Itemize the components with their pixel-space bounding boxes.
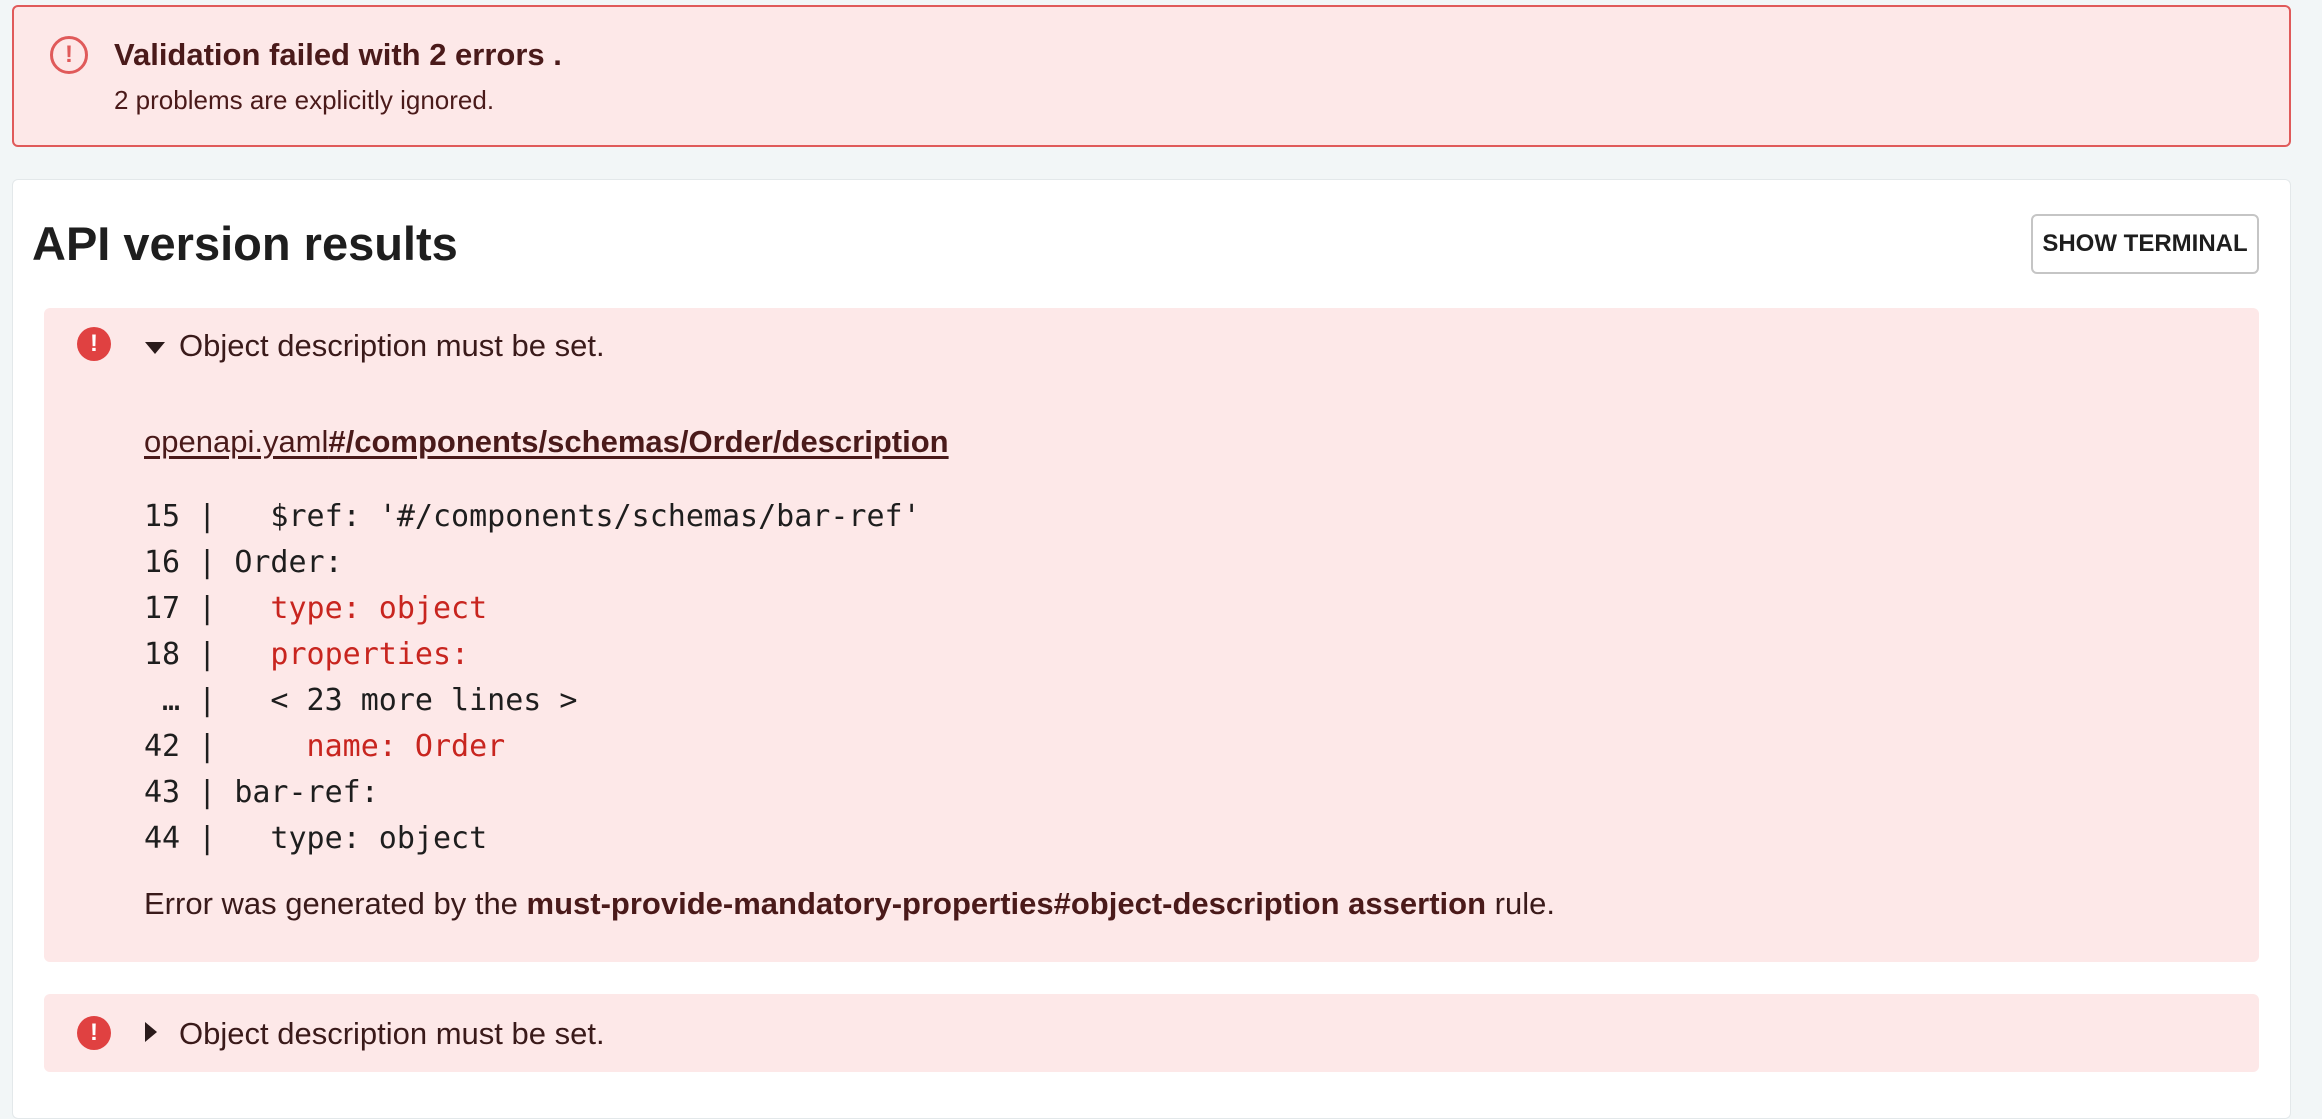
code-line: 16 | Order: (144, 545, 343, 580)
code-line: 42 | name: Order (144, 729, 506, 764)
code-line: 43 | bar-ref: (144, 775, 379, 810)
problem-item: ! Object description must be set. (44, 994, 2259, 1072)
location-path: #/components/schemas/Order/description (328, 424, 949, 459)
caret-down-icon[interactable] (145, 342, 165, 354)
banner-title: Validation failed with 2 errors . (114, 37, 562, 72)
show-terminal-button[interactable]: SHOW TERMINAL (2031, 214, 2259, 274)
problem-location-link[interactable]: openapi.yaml#/components/schemas/Order/d… (144, 424, 949, 460)
page-title: API version results (32, 217, 458, 270)
code-line: … | < 23 more lines > (144, 683, 578, 718)
code-line: 17 | type: object (144, 591, 488, 626)
problem-title[interactable]: Object description must be set. (179, 1016, 605, 1052)
code-line: 15 | $ref: '#/components/schemas/bar-ref… (144, 499, 921, 534)
rule-name: must-provide-mandatory-properties#object… (526, 886, 1487, 921)
validation-banner: ! Validation failed with 2 errors . 2 pr… (12, 5, 2291, 147)
rule-description: Error was generated by the must-provide-… (144, 886, 1555, 921)
caret-right-icon[interactable] (145, 1022, 157, 1042)
problem-item: ! Object description must be set. openap… (44, 308, 2259, 962)
location-file: openapi.yaml (144, 424, 329, 459)
code-line: 44 | type: object (144, 821, 488, 856)
code-snippet: 15 | $ref: '#/components/schemas/bar-ref… (144, 494, 921, 862)
banner-subtitle: 2 problems are explicitly ignored. (114, 85, 495, 115)
alert-circle-icon: ! (50, 36, 88, 74)
error-icon: ! (77, 327, 111, 361)
code-line: 18 | properties: (144, 637, 470, 672)
error-icon: ! (77, 1016, 111, 1050)
problem-title[interactable]: Object description must be set. (179, 328, 605, 364)
